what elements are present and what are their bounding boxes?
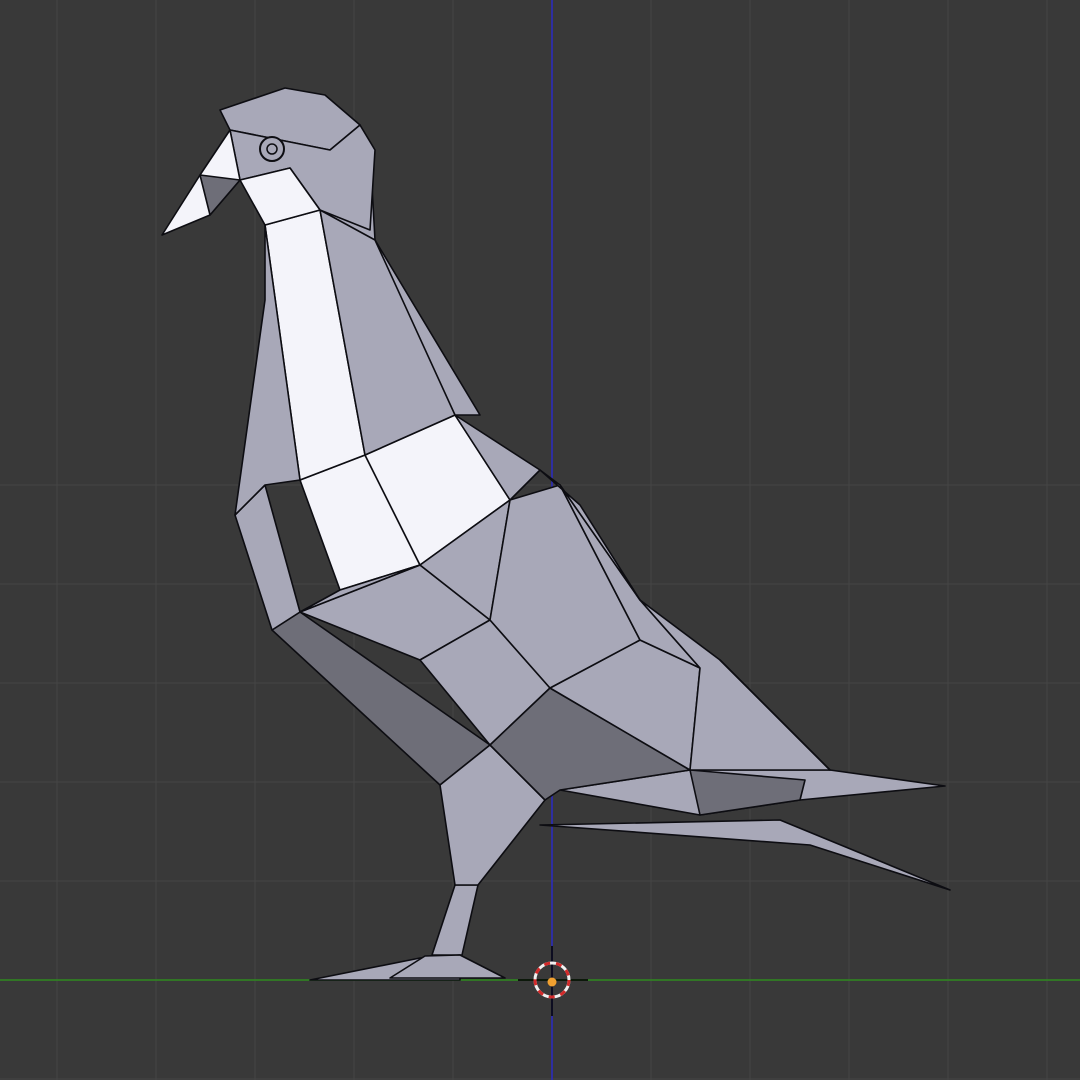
pigeon-mesh[interactable] [161,87,951,981]
foot-front [389,954,506,979]
leg [431,884,479,956]
viewport-canvas[interactable] [0,0,1080,1080]
3d-cursor-icon[interactable] [518,946,588,1016]
object-origin-dot [547,977,557,987]
chest-left [234,484,301,631]
3d-viewport[interactable] [0,0,1080,1080]
tail-lower-face [539,819,951,891]
eye-icon [259,136,285,162]
